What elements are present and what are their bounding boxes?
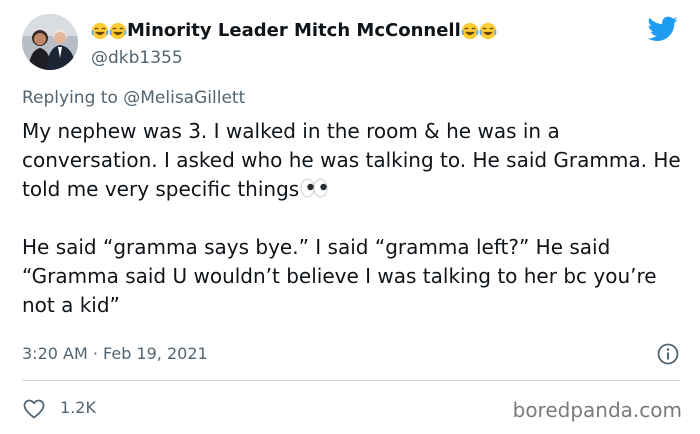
display-name[interactable]: Minority Leader Mitch McConnell bbox=[91, 20, 497, 41]
joy-emoji-icon bbox=[461, 22, 479, 40]
joy-emoji-icon bbox=[479, 22, 497, 40]
watermark: boredpanda.com bbox=[512, 398, 682, 422]
tweet-paragraph: My nephew was 3. I walked in the room & … bbox=[22, 117, 686, 204]
reply-prefix: Replying to bbox=[22, 88, 118, 108]
tweet-card: Minority Leader Mitch McConnell @dkb1355… bbox=[0, 0, 700, 434]
heart-icon[interactable] bbox=[22, 397, 46, 421]
tweet-timestamp[interactable]: 3:20 AM · Feb 19, 2021 bbox=[22, 344, 208, 363]
tweet-paragraph-text: My nephew was 3. I walked in the room & … bbox=[22, 119, 681, 201]
joy-emoji-icon bbox=[91, 22, 109, 40]
joy-emoji-icon bbox=[109, 22, 127, 40]
divider bbox=[22, 380, 680, 381]
info-icon[interactable] bbox=[656, 342, 680, 366]
tweet-text: My nephew was 3. I walked in the room & … bbox=[22, 117, 686, 320]
avatar[interactable] bbox=[22, 14, 78, 70]
reply-mention-link[interactable]: @MelisaGillett bbox=[123, 88, 245, 108]
eyes-emoji-icon bbox=[300, 177, 328, 198]
user-handle[interactable]: @dkb1355 bbox=[91, 48, 183, 68]
tweet-paragraph: He said “gramma says bye.” I said “gramm… bbox=[22, 235, 657, 317]
twitter-bird-icon[interactable] bbox=[647, 16, 678, 42]
like-count: 1.2K bbox=[60, 398, 96, 417]
reply-context: Replying to @MelisaGillett bbox=[22, 88, 245, 108]
display-name-text: Minority Leader Mitch McConnell bbox=[127, 20, 461, 41]
